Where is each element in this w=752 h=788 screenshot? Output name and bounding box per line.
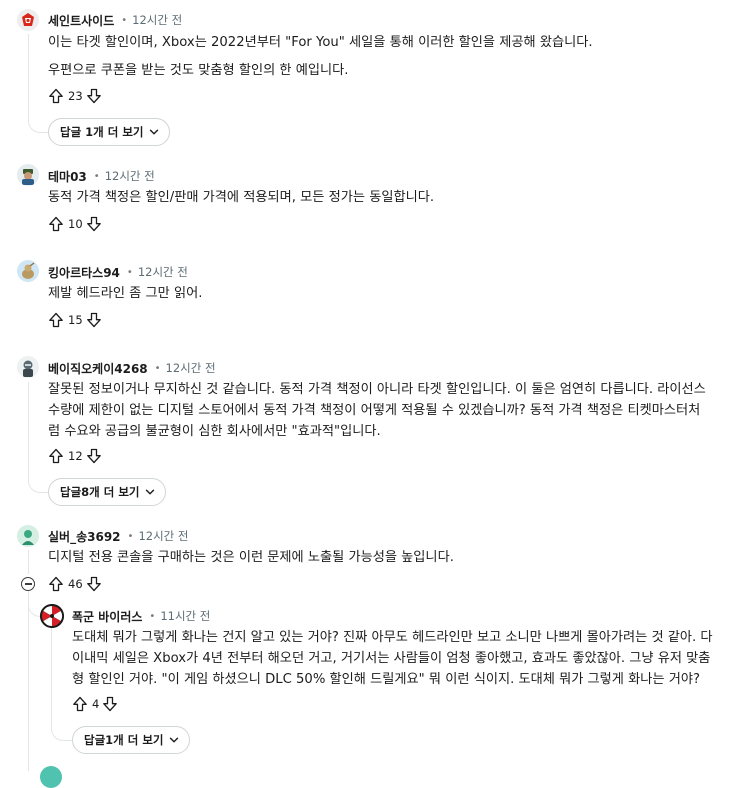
comment-text: 도대체 뭐가 그렇게 화나는 건지 알고 있는 거야? 진짜 아무도 헤드라인만…: [72, 630, 713, 645]
downvote-icon[interactable]: [85, 575, 103, 593]
comment-time: 11시간 전: [160, 609, 211, 623]
separator-dot: •: [93, 170, 100, 182]
more-replies-label: 답글1개 더 보기: [84, 733, 164, 747]
comment-text: 동적 가격 책정은 할인/판매 가격에 적용되며, 모든 정가는 동일합니다.: [48, 190, 435, 205]
downvote-icon[interactable]: [85, 311, 103, 329]
thread-line: [28, 34, 29, 119]
chevron-down-icon: [169, 737, 178, 743]
separator-dot: •: [126, 266, 133, 278]
comment-author[interactable]: 실버_송3692: [48, 528, 121, 545]
comment-time: 12시간 전: [137, 265, 188, 279]
avatar-icon: [17, 525, 39, 547]
vote-count: 15: [68, 313, 83, 327]
more-replies-label: 답글8개 더 보기: [60, 485, 140, 499]
avatar-icon: [17, 9, 39, 31]
thread-line: [51, 628, 52, 718]
comment-author[interactable]: 베이직오케이4268: [48, 360, 148, 377]
comment-time: 12시간 전: [165, 361, 216, 375]
thread-line: [28, 382, 29, 480]
comment-text: 제발 헤드라인 좀 그만 읽어.: [48, 286, 203, 301]
comment-text: 이는 타겟 할인이며, Xbox는 2022년부터 "For You" 세일을 …: [48, 35, 593, 50]
comment-body: 디지털 전용 콘솔을 구매하는 것은 이런 문제에 노출될 가능성을 높입니다.: [48, 547, 738, 568]
separator-dot: •: [127, 530, 134, 542]
downvote-icon[interactable]: [85, 447, 103, 465]
more-replies-label: 답글 1개 더 보기: [60, 125, 144, 139]
downvote-icon[interactable]: [101, 695, 119, 713]
upvote-icon[interactable]: [47, 311, 65, 329]
comment-text: 이내믹 세일은 Xbox가 4년 전부터 해오던 거고, 거기서는 사람들이 엄…: [72, 651, 711, 666]
comment-author[interactable]: 킹아르타스94: [48, 264, 120, 281]
comment-author[interactable]: 세인트사이드: [48, 12, 114, 29]
comment-body: 이는 타겟 할인이며, Xbox는 2022년부터 "For You" 세일을 …: [48, 32, 738, 81]
downvote-icon[interactable]: [85, 87, 103, 105]
more-replies-button[interactable]: 답글 1개 더 보기: [48, 118, 170, 146]
avatar-icon: [17, 260, 39, 282]
comment-time: 12시간 전: [132, 13, 183, 27]
upvote-icon[interactable]: [47, 87, 65, 105]
avatar[interactable]: [17, 260, 39, 282]
avatar[interactable]: [17, 9, 39, 31]
vote-count: 10: [68, 217, 83, 231]
vote-count: 12: [68, 449, 83, 463]
comment-body: 동적 가격 책정은 할인/판매 가격에 적용되며, 모든 정가는 동일합니다.: [48, 187, 738, 208]
upvote-icon[interactable]: [47, 215, 65, 233]
comment-text: 수량에 제한이 없는 디지털 스토어에서 동적 가격 책정이 어떻게 적용될 수…: [48, 403, 701, 418]
chevron-down-icon: [149, 129, 158, 135]
avatar-icon: [17, 164, 39, 186]
avatar[interactable]: [17, 525, 39, 547]
separator-dot: •: [121, 14, 128, 26]
downvote-icon[interactable]: [85, 215, 103, 233]
comment-body: 잘못된 정보이거나 무지하신 것 같습니다. 동적 가격 책정이 아니라 타겟 …: [48, 379, 748, 442]
comment-text: 형 할인인 거야. "이 게임 하셨으니 DLC 50% 할인해 드릴게요" 뭐…: [72, 672, 700, 687]
avatar[interactable]: [17, 164, 39, 186]
comment-body: 제발 헤드라인 좀 그만 읽어.: [48, 283, 738, 304]
separator-dot: •: [149, 610, 156, 622]
thread-branch: [28, 110, 49, 133]
more-replies-button[interactable]: 답글8개 더 보기: [48, 478, 166, 506]
comment-body: 도대체 뭐가 그렇게 화나는 건지 알고 있는 거야? 진짜 아무도 헤드라인만…: [72, 627, 750, 690]
upvote-icon[interactable]: [47, 575, 65, 593]
vote-count: 4: [92, 697, 100, 711]
upvote-icon[interactable]: [71, 695, 89, 713]
avatar[interactable]: [40, 766, 62, 788]
comment-author[interactable]: 폭군 바이러스: [72, 608, 142, 625]
comment-text: 럼 수요와 공급의 불균형이 심한 회사에서만 "효과적"입니다.: [48, 424, 381, 439]
separator-dot: •: [154, 362, 161, 374]
thread-branch: [28, 470, 49, 493]
comment-author[interactable]: 테마03: [48, 168, 87, 185]
thread-line: [28, 550, 29, 574]
comment-text: 디지털 전용 콘솔을 구매하는 것은 이런 문제에 노출될 가능성을 높입니다.: [48, 550, 454, 565]
comment-time: 12시간 전: [104, 169, 155, 183]
comment-time: 12시간 전: [138, 529, 189, 543]
upvote-icon[interactable]: [47, 447, 65, 465]
vote-count: 23: [68, 89, 83, 103]
avatar-icon: [40, 604, 64, 628]
avatar-icon: [17, 356, 39, 378]
avatar[interactable]: [40, 604, 64, 628]
comment-text: 우편으로 쿠폰을 받는 것도 맞춤형 할인의 한 예입니다.: [48, 63, 349, 78]
chevron-down-icon: [145, 489, 154, 495]
collapse-thread-button[interactable]: [21, 577, 35, 591]
vote-count: 46: [68, 577, 83, 591]
avatar[interactable]: [17, 356, 39, 378]
comment-text: 잘못된 정보이거나 무지하신 것 같습니다. 동적 가격 책정이 아니라 타겟 …: [48, 382, 706, 397]
thread-line: [28, 591, 29, 771]
thread-branch: [51, 716, 72, 741]
more-replies-button[interactable]: 답글1개 더 보기: [72, 726, 190, 754]
